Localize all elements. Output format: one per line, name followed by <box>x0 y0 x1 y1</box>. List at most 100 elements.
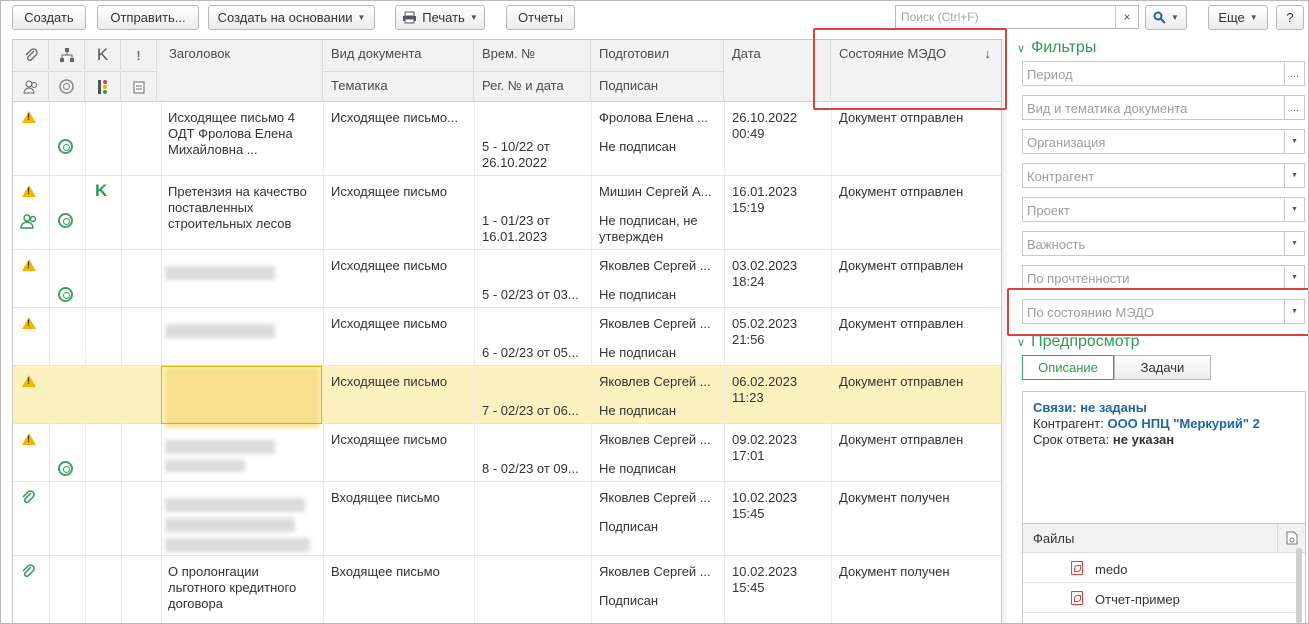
column-separator <box>49 176 50 249</box>
column-separator <box>323 250 324 307</box>
cell-doctype: Исходящее письмо <box>331 316 448 331</box>
table-row[interactable]: Входящее письмо Яковлев Сергей ... Подписа… <box>13 482 1001 556</box>
chevron-down-icon[interactable]: ▼ <box>1284 232 1304 255</box>
column-separator <box>161 250 162 307</box>
tab-tasks[interactable]: Задачи <box>1114 355 1211 380</box>
more-label: Еще <box>1218 10 1245 25</box>
file-row[interactable]: Отчет-пример <box>1023 584 1295 613</box>
filter-field[interactable]: Контрагент ▼ <box>1022 163 1305 188</box>
column-separator <box>85 308 86 365</box>
col-title[interactable]: Заголовок <box>161 40 323 102</box>
file-row[interactable]: medo <box>1023 554 1295 583</box>
col-tempnum[interactable]: Врем. № <box>474 40 591 71</box>
send-button[interactable]: Отправить... <box>97 5 199 30</box>
col-date-label: Дата <box>732 46 761 61</box>
cell-medo-state: Документ получен <box>839 490 950 505</box>
filter-field[interactable]: Вид и тематика документа... <box>1022 95 1305 120</box>
table-row[interactable]: Исходящее письмо 6 - 02/23 от 05... Яковле… <box>13 308 1001 366</box>
warning-icon <box>22 433 36 445</box>
state-ring-icon[interactable] <box>49 71 85 101</box>
tab-tasks-label: Задачи <box>1140 360 1185 375</box>
col-preparer[interactable]: Подготовил <box>591 40 724 71</box>
users-icon[interactable] <box>13 71 49 101</box>
help-button[interactable]: ? <box>1276 5 1304 30</box>
col-theme[interactable]: Тематика <box>323 71 474 102</box>
filter-field[interactable]: Организация ▼ <box>1022 129 1305 154</box>
counterparty-label: Контрагент: <box>1033 416 1104 431</box>
chevron-down-icon[interactable]: ▼ <box>1284 266 1304 289</box>
col-regnum[interactable]: Рег. № и дата <box>474 71 591 102</box>
counterparty-link[interactable]: ООО НПЦ "Меркурий" 2 <box>1107 416 1259 431</box>
redacted-title <box>165 440 275 454</box>
col-doctype[interactable]: Вид документа <box>323 40 474 71</box>
create-based-label: Создать на основании <box>217 10 353 25</box>
cell-date: 03.02.2023 18:24 <box>732 258 798 289</box>
more-button[interactable]: Еще ▼ <box>1208 5 1268 30</box>
tab-description[interactable]: Описание <box>1022 355 1114 380</box>
column-separator <box>323 308 324 365</box>
table-row[interactable]: Исходящее письмо 5 - 02/23 от 03... Яковле… <box>13 250 1001 308</box>
table-row[interactable]: Исходящее письмо 4 ОДТ Фролова Елена Мих… <box>13 102 1001 176</box>
filter-field[interactable]: По прочтенности ▼ <box>1022 265 1305 290</box>
filter-placeholder: Период <box>1027 67 1073 82</box>
pdf-file-icon <box>1071 561 1083 575</box>
table-row[interactable]: K Претензия на качество поставленных стро… <box>13 176 1001 250</box>
reports-button[interactable]: Отчеты <box>506 5 575 30</box>
files-scrollbar[interactable] <box>1296 548 1302 623</box>
cell-doctype: Входящее письмо <box>331 490 440 505</box>
clear-icon[interactable]: × <box>1115 6 1138 28</box>
column-separator <box>85 366 86 423</box>
cell-date: 16.01.2023 15:19 <box>732 184 798 215</box>
column-separator <box>49 308 50 365</box>
medo-filter-highlight <box>1007 288 1308 336</box>
column-separator <box>831 176 832 249</box>
select-ellipsis-button[interactable]: ... <box>1284 62 1304 85</box>
filter-field[interactable]: Важность ▼ <box>1022 231 1305 256</box>
column-separator <box>49 424 50 481</box>
document-stack-icon[interactable] <box>121 71 157 101</box>
files-header: Файлы <box>1023 524 1305 553</box>
cell-signed: Не подписан <box>599 139 677 154</box>
column-separator <box>161 424 162 481</box>
links-label[interactable]: Связи: не заданы <box>1033 400 1295 416</box>
column-separator <box>724 366 725 423</box>
k-column-icon[interactable]: K <box>85 40 121 70</box>
table-row[interactable]: Исходящее письмо 8 - 02/23 от 09... Яковле… <box>13 424 1001 482</box>
cell-regnum: 7 - 02/23 от 06... <box>482 403 579 418</box>
create-button[interactable]: Создать <box>12 5 86 30</box>
warning-icon <box>22 185 36 197</box>
description-box: Связи: не заданы Контрагент: ООО НПЦ "Ме… <box>1022 391 1306 543</box>
cell-signed: Не подписан <box>599 345 677 360</box>
cell-preparer: Фролова Елена ... <box>599 110 708 125</box>
column-separator <box>121 308 122 365</box>
cell-title: О пролонгации льготного кредитного догов… <box>168 564 297 611</box>
column-separator <box>121 366 122 423</box>
table-row[interactable]: Исходящее письмо 7 - 02/23 от 06... Яковле… <box>13 366 1001 428</box>
cell-date: 09.02.2023 17:01 <box>732 432 798 463</box>
col-signed[interactable]: Подписан <box>591 71 724 102</box>
search-options-button[interactable]: ▼ <box>1145 5 1187 30</box>
paperclip-icon[interactable] <box>13 40 49 70</box>
redacted-title <box>165 324 275 338</box>
filter-field[interactable]: Проект ▼ <box>1022 197 1305 222</box>
chevron-down-icon[interactable]: ▼ <box>1284 164 1304 187</box>
column-separator <box>474 102 475 175</box>
column-separator <box>323 366 324 423</box>
importance-icon[interactable]: ! <box>121 40 157 70</box>
hierarchy-icon[interactable] <box>49 40 85 70</box>
column-separator <box>724 102 725 175</box>
column-separator <box>121 482 122 555</box>
search-input[interactable]: Поиск (Ctrl+F) × <box>895 5 1139 29</box>
filter-field[interactable]: Период... <box>1022 61 1305 86</box>
create-based-button[interactable]: Создать на основании ▼ <box>208 5 375 30</box>
traffic-light-icon[interactable] <box>85 71 121 101</box>
chevron-down-icon[interactable]: ▼ <box>1284 198 1304 221</box>
print-button[interactable]: Печать ▼ <box>395 5 485 30</box>
table-row[interactable]: О пролонгации льготного кредитного догов… <box>13 556 1001 623</box>
deadline-label: Срок ответа: <box>1033 432 1110 447</box>
redacted-title <box>165 266 275 280</box>
chevron-down-icon[interactable]: ▼ <box>1284 130 1304 153</box>
select-ellipsis-button[interactable]: ... <box>1284 96 1304 119</box>
column-separator <box>49 482 50 555</box>
filters-section-header[interactable]: ∨ Фильтры <box>1017 39 1096 57</box>
